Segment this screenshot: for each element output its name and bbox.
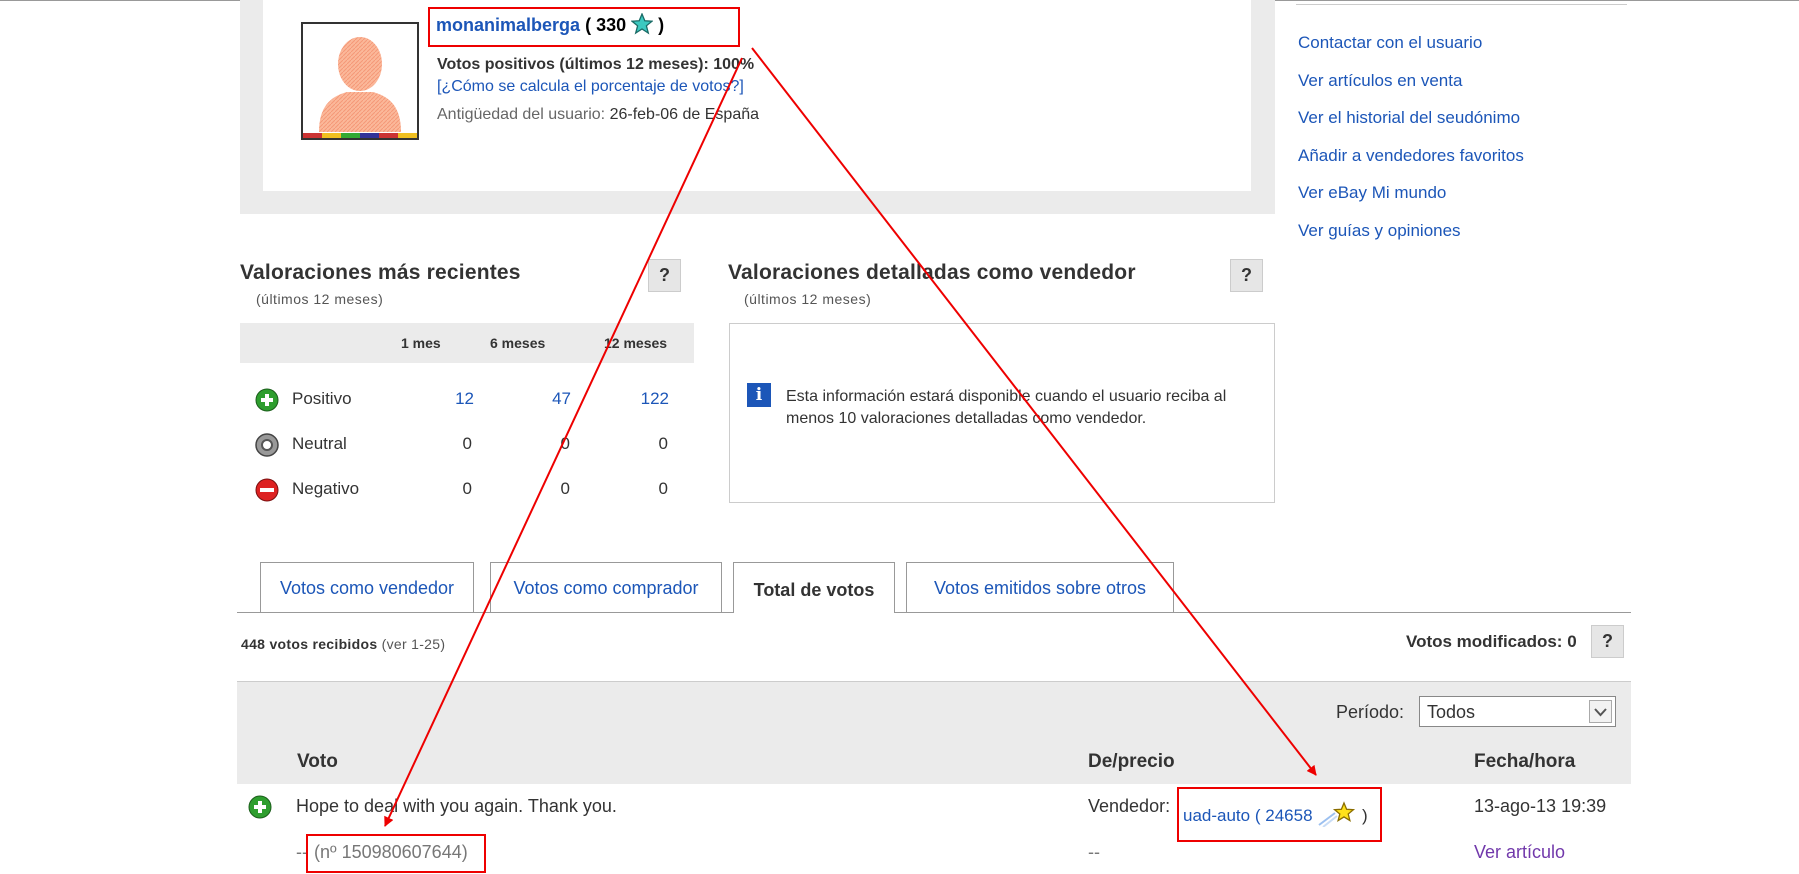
annotation-arrows: [384, 47, 1317, 827]
annotation-arrow-to-seller: [751, 47, 1317, 776]
annotation-arrow-to-item: [384, 57, 743, 827]
